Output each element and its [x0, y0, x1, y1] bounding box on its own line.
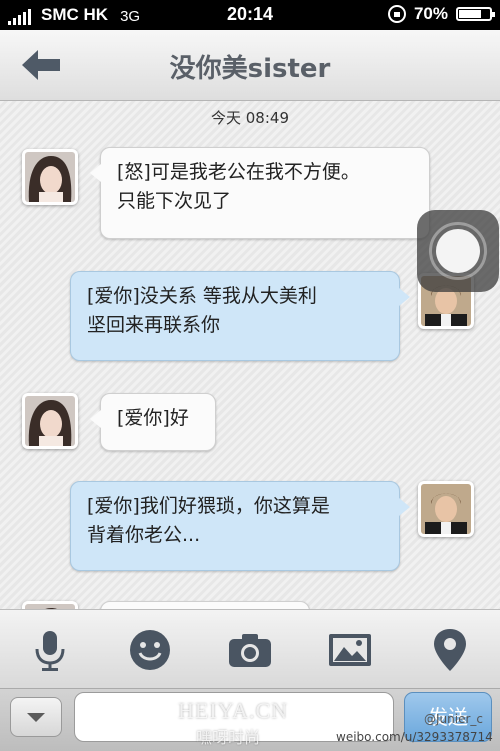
contact-avatar[interactable] — [22, 601, 78, 609]
chat-title: 没你美sister — [169, 54, 331, 84]
image-icon — [329, 634, 371, 666]
chat-area[interactable]: 今天 08:49 [怒]可是我老公在我不方便。 只能下次见了 [爱你]没关系 等… — [0, 101, 500, 609]
message-line: 坚回来再联系你 — [87, 314, 221, 336]
weibo-url-watermark: weibo.com/u/3293378714 — [336, 730, 493, 744]
expand-button[interactable] — [10, 697, 62, 737]
microphone-button[interactable] — [25, 625, 75, 675]
message-line: [爱你]我们好猥琐，你这算是 — [87, 495, 330, 517]
battery-percent: 70% — [413, 4, 448, 23]
assistive-touch-button[interactable] — [417, 210, 499, 292]
message-line: 背着你老公... — [87, 524, 201, 546]
nav-bar: 没你美sister — [0, 30, 500, 101]
camera-button[interactable] — [225, 625, 275, 675]
message-line: [怒]可是我老公在我不方便。 — [117, 161, 360, 183]
attachment-toolbar — [0, 609, 500, 688]
rotation-lock-icon — [387, 5, 406, 23]
message-timestamp: 今天 08:49 — [211, 109, 289, 127]
message-bubble-incoming[interactable]: [爱你]好 — [90, 393, 216, 451]
image-button[interactable] — [325, 625, 375, 675]
message-bubble-incoming[interactable]: [怒]可是我老公在我不方便。 只能下次见了 — [90, 147, 430, 239]
assistive-touch-dot — [436, 229, 480, 273]
message-bubble-outgoing[interactable]: [爱你]没关系 等我从大美利 坚回来再联系你 — [70, 271, 410, 361]
contact-avatar[interactable] — [22, 149, 78, 205]
weibo-handle-watermark: @Junier_c — [424, 712, 483, 726]
location-icon — [434, 629, 466, 671]
my-avatar[interactable] — [418, 481, 474, 537]
emoji-button[interactable] — [125, 625, 175, 675]
message-bubble-incoming-partial[interactable] — [100, 601, 310, 609]
location-button[interactable] — [425, 625, 475, 675]
avatar-photo — [25, 152, 75, 202]
battery-icon — [456, 7, 495, 21]
avatar-photo — [421, 484, 471, 534]
message-line: 只能下次见了 — [117, 190, 232, 212]
message-bubble-outgoing[interactable]: [爱你]我们好猥琐，你这算是 背着你老公... — [70, 481, 410, 571]
avatar-photo — [25, 396, 75, 446]
message-line: [爱你]没关系 等我从大美利 — [87, 285, 317, 307]
status-bar: SMC HK 3G 20:14 70% — [0, 0, 500, 30]
microphone-icon — [35, 631, 65, 671]
emoji-icon — [130, 630, 170, 670]
contact-avatar[interactable] — [22, 393, 78, 449]
battery-fill — [459, 10, 482, 18]
message-line: [爱你]好 — [117, 407, 189, 429]
status-right: 70% — [387, 4, 495, 24]
site-watermark-cn: 嘿呀时尚 — [196, 728, 261, 747]
camera-icon — [229, 634, 271, 667]
site-watermark: HEIYA.CN — [178, 698, 289, 723]
